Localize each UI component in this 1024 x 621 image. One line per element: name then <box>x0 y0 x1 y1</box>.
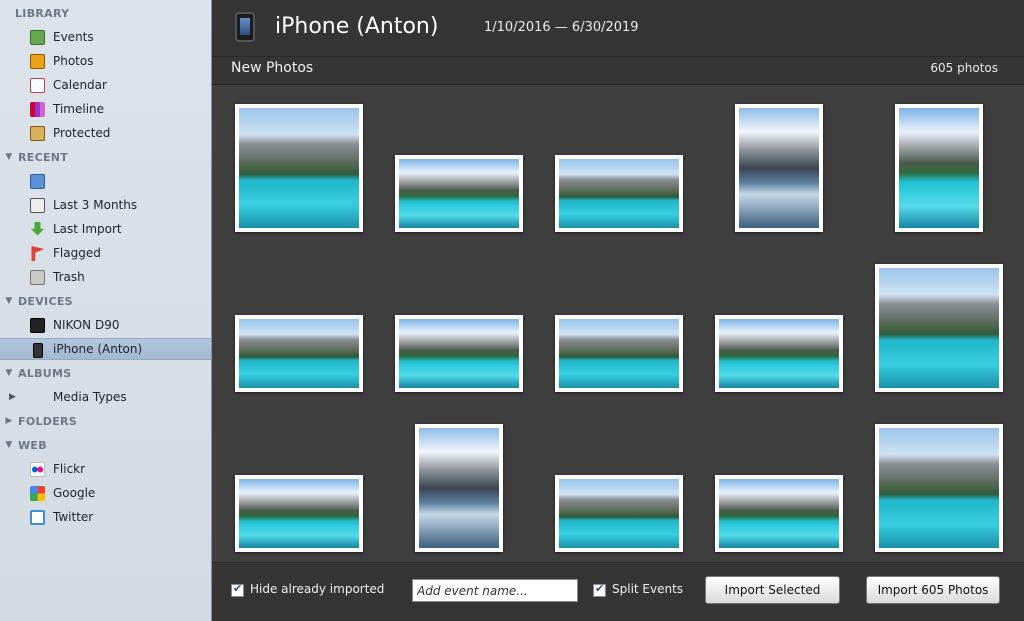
collapse-triangle-icon[interactable]: ▼ <box>0 152 18 162</box>
photo-thumbnail[interactable] <box>395 315 523 392</box>
edit-icon <box>30 174 45 189</box>
photo-thumbnail[interactable] <box>555 475 683 552</box>
sidebar-item-last-import[interactable]: Last Import <box>0 218 211 240</box>
photo-thumbnail[interactable] <box>555 315 683 392</box>
event-name-input[interactable] <box>412 579 578 602</box>
flickr-icon <box>30 462 45 477</box>
clock-icon <box>30 198 45 213</box>
photo-thumbnail[interactable] <box>235 475 363 552</box>
disclosure-icon[interactable]: ▶ <box>9 392 16 402</box>
sidebar-item-media-types[interactable]: ▶ Media Types <box>0 386 211 408</box>
photos-subheader: New Photos 605 photos <box>212 57 1024 85</box>
section-header-recent[interactable]: ▼ RECENT <box>0 147 211 167</box>
section-header-web[interactable]: ▼ WEB <box>0 435 211 455</box>
photo-thumbnail[interactable] <box>715 475 843 552</box>
sidebar: LIBRARY Events Photos Calendar Timeline … <box>0 0 212 621</box>
protected-icon <box>30 126 45 141</box>
sidebar-item-label: Twitter <box>53 510 94 524</box>
import-selected-button[interactable]: Import Selected <box>705 576 840 604</box>
sidebar-item-nikon-d90[interactable]: NIKON D90 <box>0 314 211 336</box>
sidebar-item-label: Timeline <box>53 102 105 116</box>
photos-icon <box>30 54 45 69</box>
sidebar-item-timeline[interactable]: Timeline <box>0 98 211 120</box>
section-header-albums[interactable]: ▼ ALBUMS <box>0 363 211 383</box>
hide-imported-label[interactable]: Hide already imported <box>250 582 384 596</box>
photo-thumbnail[interactable] <box>235 315 363 392</box>
sidebar-item-trash[interactable]: Trash <box>0 266 211 288</box>
sidebar-item-iphone-anton[interactable]: iPhone (Anton) <box>0 338 211 360</box>
split-events-label[interactable]: Split Events <box>612 582 683 596</box>
collapse-triangle-icon[interactable]: ▼ <box>0 440 18 450</box>
sidebar-item-twitter[interactable]: Twitter <box>0 506 211 528</box>
photo-thumbnail[interactable] <box>875 264 1003 392</box>
sidebar-item-label: Trash <box>53 270 85 284</box>
new-photos-label: New Photos <box>231 60 314 76</box>
import-icon <box>30 222 45 236</box>
hide-imported-checkbox[interactable] <box>231 582 244 597</box>
sidebar-item-label: Google <box>53 486 96 500</box>
trash-icon <box>30 270 45 285</box>
sidebar-item-calendar[interactable]: Calendar <box>0 74 211 96</box>
sidebar-item-photos[interactable]: Photos <box>0 50 211 72</box>
import-all-button[interactable]: Import 605 Photos <box>866 576 1000 604</box>
split-events-checkbox[interactable] <box>593 582 606 597</box>
sidebar-item-google[interactable]: Google <box>0 482 211 504</box>
sidebar-item-flickr[interactable]: Flickr <box>0 458 211 480</box>
collapse-triangle-icon[interactable]: ▼ <box>0 296 18 306</box>
sidebar-item-flagged[interactable]: Flagged <box>0 242 211 264</box>
sidebar-item-label: Last Import <box>53 222 122 236</box>
photo-thumbnail[interactable] <box>395 155 523 232</box>
sidebar-item-label: Protected <box>53 126 111 140</box>
sidebar-item-label: Flickr <box>53 462 86 476</box>
import-toolbar: Hide already imported Split Events Impor… <box>212 562 1024 621</box>
photo-thumbnail[interactable] <box>875 424 1003 552</box>
sidebar-item-recent-edit[interactable] <box>0 170 211 192</box>
section-header-folders[interactable]: ▶ FOLDERS <box>0 411 211 431</box>
photo-thumbnail[interactable] <box>415 424 503 552</box>
sidebar-item-events[interactable]: Events <box>0 26 211 48</box>
google-icon <box>30 486 45 501</box>
photo-thumbnail[interactable] <box>715 315 843 392</box>
photo-thumbnail[interactable] <box>735 104 823 232</box>
events-icon <box>30 30 45 45</box>
sidebar-item-last-3-months[interactable]: Last 3 Months <box>0 194 211 216</box>
photo-count: 605 photos <box>930 61 998 75</box>
camera-icon <box>30 318 45 333</box>
device-header: iPhone (Anton) 1/10/2016 — 6/30/2019 <box>212 0 1024 57</box>
calendar-icon <box>30 78 45 93</box>
sidebar-item-label: Events <box>53 30 94 44</box>
sidebar-item-label: Flagged <box>53 246 101 260</box>
section-header-library[interactable]: LIBRARY <box>0 3 211 23</box>
sidebar-item-label: Calendar <box>53 78 107 92</box>
sidebar-item-label: iPhone (Anton) <box>53 342 143 356</box>
section-header-devices[interactable]: ▼ DEVICES <box>0 291 211 311</box>
sidebar-item-label: NIKON D90 <box>53 318 120 332</box>
main-pane: iPhone (Anton) 1/10/2016 — 6/30/2019 New… <box>212 0 1024 621</box>
photo-thumbnail[interactable] <box>895 104 983 232</box>
twitter-icon <box>30 510 45 525</box>
sidebar-item-label: Last 3 Months <box>53 198 138 212</box>
sidebar-item-label: Media Types <box>53 390 127 404</box>
expand-triangle-icon[interactable]: ▶ <box>0 416 18 426</box>
flag-icon <box>31 246 45 261</box>
iphone-device-icon <box>235 12 255 42</box>
photo-thumbnail[interactable] <box>555 155 683 232</box>
timeline-icon <box>30 102 45 117</box>
date-range: 1/10/2016 — 6/30/2019 <box>484 20 639 35</box>
sidebar-item-label: Photos <box>53 54 94 68</box>
iphone-icon <box>33 343 43 358</box>
photo-grid <box>212 85 1024 562</box>
device-title: iPhone (Anton) <box>275 14 439 39</box>
photo-thumbnail[interactable] <box>235 104 363 232</box>
sidebar-item-protected[interactable]: Protected <box>0 122 211 144</box>
collapse-triangle-icon[interactable]: ▼ <box>0 368 18 378</box>
